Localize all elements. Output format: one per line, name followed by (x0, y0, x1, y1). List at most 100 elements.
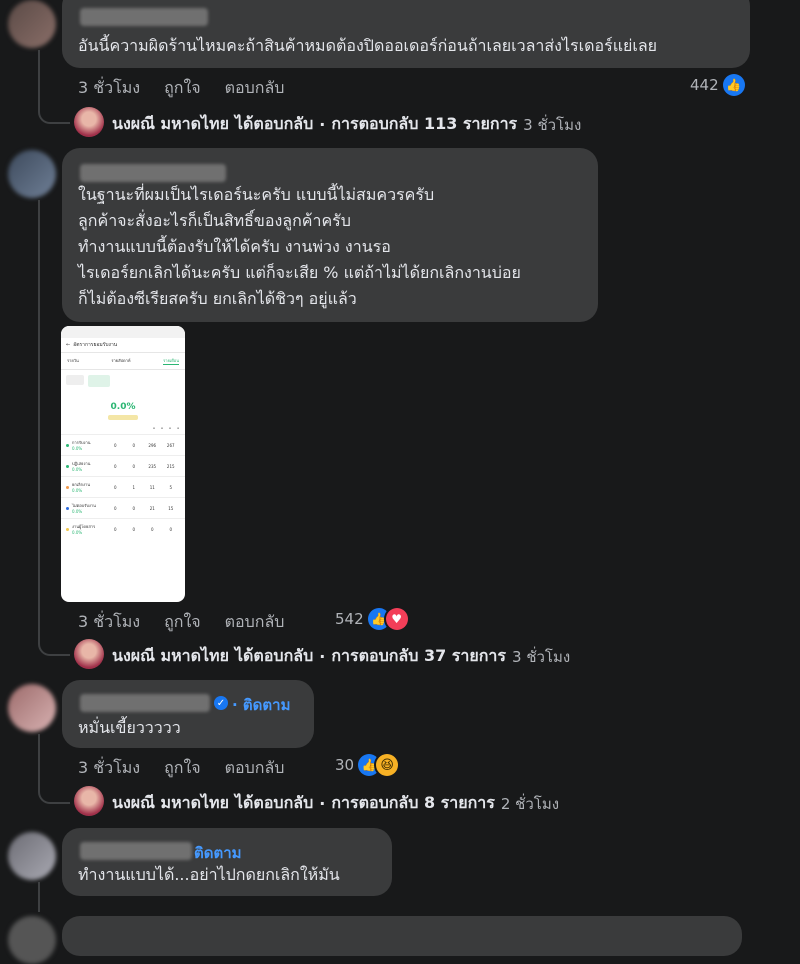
reaction-count: 542 (335, 610, 364, 628)
love-icon: ♥ (385, 608, 408, 630)
attachment-row: ยกเลิกงาน 0.0% 0 1 11 5 (61, 476, 185, 497)
commenter-avatar[interactable] (8, 684, 56, 732)
reply-button[interactable]: ตอบกลับ (225, 610, 285, 635)
row-color-dot-icon (66, 506, 69, 510)
row-sub-text: 0.0% (72, 530, 83, 535)
row-value: 21 (149, 505, 155, 511)
comment-attachment-image[interactable]: ← อัตราการยอมรับงาน รายวัน รายสัปดาห์ รา… (61, 326, 185, 602)
thread-connector (38, 634, 70, 656)
row-label-text: การรับงาน (72, 440, 91, 445)
back-arrow-icon: ← (66, 342, 71, 348)
commenter-avatar[interactable] (8, 916, 56, 964)
attachment-percent: 0.0% (110, 402, 136, 412)
replier-name: นงผณี มหาดไทย (112, 114, 229, 133)
replier-avatar[interactable] (74, 107, 104, 137)
reply-time: 3 ชั่วโมง (512, 647, 571, 666)
attachment-header: อัตราการยอมรับงาน (73, 342, 118, 348)
row-label-text: งานผู้โดยสาร (72, 524, 96, 529)
reply-action: ได้ตอบกลับ (234, 114, 314, 133)
row-value: 5 (169, 484, 173, 490)
row-value: 0 (169, 526, 173, 532)
thread-line (38, 50, 40, 108)
commenter-avatar[interactable] (8, 832, 56, 880)
reaction-summary[interactable]: 542 👍 ♥ (335, 608, 408, 630)
attachment-row: ปฏิเสธงาน 0.0% 0 0 235 215 (61, 455, 185, 476)
commenter-name-blurred[interactable] (80, 8, 208, 26)
reaction-count: 442 (690, 76, 719, 94)
row-value: 0 (150, 526, 154, 532)
reply-time: 2 ชั่วโมง (500, 794, 560, 813)
row-value: 11 (149, 484, 155, 490)
row-value: 15 (168, 505, 174, 511)
attachment-row: ไม่ตอบรับงาน 0.0% 0 0 21 15 (61, 497, 185, 518)
row-color-dot-icon (66, 527, 69, 531)
row-sub-text: 0.0% (72, 488, 83, 493)
replier-avatar[interactable] (74, 639, 104, 669)
row-value: 0 (113, 484, 117, 490)
row-value: 215 (166, 463, 175, 469)
commenter-name-blurred[interactable] (80, 694, 210, 712)
like-button[interactable]: ถูกใจ (164, 756, 201, 781)
view-replies-link[interactable]: นงผณี มหาดไทย ได้ตอบกลับ · การตอบกลับ 8 … (112, 791, 559, 816)
reply-separator: · (319, 115, 326, 134)
row-sub-text: 0.0% (72, 446, 83, 451)
row-value: 0 (132, 442, 136, 448)
comment-text-line: ไรเดอร์ยกเลิกได้นะครับ แต่ก็จะเสีย % แต่… (78, 263, 521, 282)
row-label: งานผู้โดยสาร 0.0% (72, 523, 106, 535)
view-replies-link[interactable]: นงผณี มหาดไทย ได้ตอบกลับ · การตอบกลับ 37… (112, 644, 570, 669)
comment-text: หมั่นเขี้ยววววว (78, 718, 181, 737)
reaction-summary[interactable]: 442 👍 (690, 74, 745, 96)
commenter-name-blurred[interactable] (80, 842, 192, 860)
commenter-avatar[interactable] (8, 150, 56, 198)
attachment-tab: รายสัปดาห์ (111, 358, 131, 363)
row-value: 0 (113, 463, 117, 469)
thread-line (38, 882, 40, 912)
thread-line (38, 734, 40, 788)
row-value: 0 (132, 505, 136, 511)
commenter-avatar[interactable] (8, 0, 56, 48)
reply-count: การตอบกลับ 37 รายการ (331, 646, 507, 665)
reaction-summary[interactable]: 30 👍 😆 (335, 754, 399, 776)
like-button[interactable]: ถูกใจ (164, 610, 201, 635)
like-icon: 👍 (722, 74, 745, 96)
reply-count: การตอบกลับ 113 รายการ (331, 114, 518, 133)
row-label: การรับงาน 0.0% (72, 439, 106, 451)
reply-separator: · (319, 794, 326, 813)
reply-separator: · (319, 647, 326, 666)
reply-time: 3 ชั่วโมง (523, 115, 582, 134)
comment-text: ทำงานแบบได้...อย่าไปกดยกเลิกให้มัน (78, 865, 340, 884)
row-value: 0 (113, 526, 117, 532)
reply-button[interactable]: ตอบกลับ (225, 756, 285, 781)
thread-connector (38, 782, 70, 804)
reply-action: ได้ตอบกลับ (234, 646, 314, 665)
comment-time[interactable]: 3 ชั่วโมง (78, 756, 140, 781)
comment-text-line: ก็ไม่ต้องซีเรียสครับ ยกเลิกได้ชิวๆ อยู่แ… (78, 289, 357, 308)
replier-avatar[interactable] (74, 786, 104, 816)
attachment-tab-active: รายเดือน (163, 358, 179, 365)
attachment-row: งานผู้โดยสาร 0.0% 0 0 0 0 (61, 518, 185, 539)
commenter-name-blurred[interactable] (80, 164, 226, 182)
reply-action: ได้ตอบกลับ (234, 793, 314, 812)
row-value: 1 (132, 484, 136, 490)
comment-bubble (62, 916, 742, 956)
haha-icon: 😆 (376, 754, 399, 776)
row-value: 0 (113, 505, 117, 511)
row-label: ปฏิเสธงาน 0.0% (72, 460, 106, 472)
row-value: 0 (132, 463, 136, 469)
view-replies-link[interactable]: นงผณี มหาดไทย ได้ตอบกลับ · การตอบกลับ 11… (112, 112, 581, 137)
comment-time[interactable]: 3 ชั่วโมง (78, 76, 140, 101)
thread-line (38, 200, 40, 640)
row-sub-text: 0.0% (72, 509, 83, 514)
row-value: 0 (132, 526, 136, 532)
follow-button[interactable]: · ติดตาม (232, 693, 290, 717)
comment-time[interactable]: 3 ชั่วโมง (78, 610, 140, 635)
replier-name: นงผณี มหาดไทย (112, 793, 229, 812)
comment-text: อันนี้ความผิดร้านไหมคะถ้าสินค้าหมดต้องปิ… (78, 36, 658, 55)
row-label-text: ยกเลิกงาน (72, 482, 90, 487)
comment-text-line: ทำงานแบบนี้ต้องรับให้ได้ครับ งานพ่วง งาน… (78, 237, 391, 256)
reply-button[interactable]: ตอบกลับ (225, 76, 285, 101)
row-label: ยกเลิกงาน 0.0% (72, 481, 106, 493)
like-button[interactable]: ถูกใจ (164, 76, 201, 101)
verified-icon: ✓ (214, 696, 228, 710)
row-value: 267 (166, 442, 175, 448)
